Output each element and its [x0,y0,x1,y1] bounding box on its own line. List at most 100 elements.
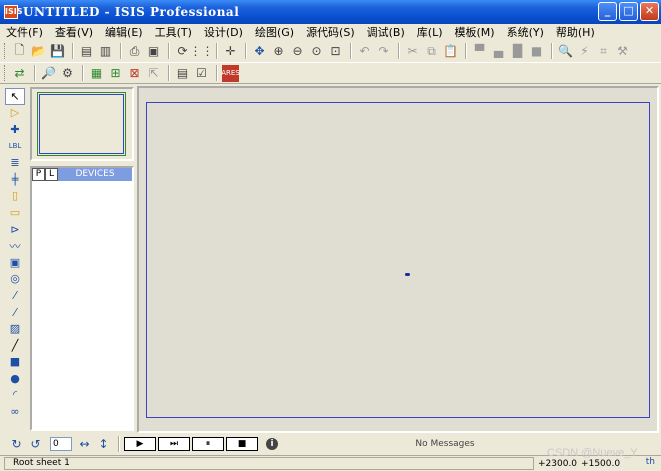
block-delete-icon[interactable]: ■ [528,43,545,60]
x-coordinate: +2300.0 [538,458,578,469]
block-move-icon[interactable]: ▄ [490,43,507,60]
library-manager-button[interactable]: L [45,168,58,181]
menu-design[interactable]: 设计(D) [204,24,243,40]
open-folder-icon[interactable]: 📂 [30,43,47,60]
devices-header: DEVICES [58,168,132,181]
pause-button[interactable]: ⏸ [192,437,224,451]
grid-icon[interactable]: ⋮⋮ [190,43,214,60]
zoom-in-icon[interactable]: ⊕ [270,43,287,60]
bus-icon[interactable]: ╪ [5,171,25,188]
export-icon[interactable]: ▥ [97,43,114,60]
menu-debug[interactable]: 调试(B) [367,24,405,40]
close-button[interactable]: ✕ [640,2,659,21]
property-tool-icon[interactable]: ⚙ [59,65,76,82]
erc-icon[interactable]: ☑ [193,65,210,82]
device-list[interactable] [32,181,132,426]
toolbar-grip[interactable] [4,43,7,59]
pick-devices-button[interactable]: P [32,168,45,181]
stop-button[interactable]: ■ [226,437,258,451]
wire-autorouter-icon[interactable]: ⇄ [11,65,28,82]
overview-window[interactable] [30,87,134,161]
refresh-icon[interactable]: ⟳ [174,43,191,60]
rotation-input[interactable]: 0 [50,437,72,451]
subcircuit-icon[interactable]: ▯ [5,188,25,205]
generator-icon[interactable]: ◎ [5,271,25,288]
pick-device-icon[interactable]: 🔍 [557,43,574,60]
editing-canvas[interactable] [137,86,659,433]
toolbar-grip[interactable] [4,65,7,81]
device-pin-icon[interactable]: ⊳ [5,221,25,238]
delete-sheet-icon[interactable]: ⊠ [126,65,143,82]
print-area-icon[interactable]: ▣ [145,43,162,60]
text-script-icon[interactable]: ≣ [5,154,25,171]
menu-file[interactable]: 文件(F) [6,24,43,40]
ares-icon[interactable]: ARES [221,64,240,82]
mirror-horizontal-icon[interactable]: ↔ [76,436,93,453]
zoom-out-icon[interactable]: ⊖ [289,43,306,60]
circle-icon[interactable]: ● [5,370,25,387]
arc-icon[interactable]: ◜ [5,387,25,404]
import-icon[interactable]: ▤ [78,43,95,60]
make-device-icon[interactable]: ⚡ [576,43,593,60]
zoom-all-icon[interactable]: ⊙ [308,43,325,60]
selection-icon[interactable]: ↖ [5,88,25,105]
decompose-icon[interactable]: ⚒ [614,43,631,60]
menu-library[interactable]: 库(L) [417,24,443,40]
block-rotate-icon[interactable]: █ [509,43,526,60]
zoom-area-icon[interactable]: ⊡ [327,43,344,60]
virtual-instrument-icon[interactable]: ▨ [5,320,25,337]
wire-label-icon[interactable]: LBL [5,138,25,155]
new-file-icon[interactable]: 🗋 [11,43,28,60]
mode-toolbar: ↖ ▷ ✚ LBL ≣ ╪ ▯ ▭ ⊳ 〰 ▣ ◎ ⁄ ⁄ ▨ ╱ ■ ● ◜ … [3,88,27,434]
rotate-anticlockwise-icon[interactable]: ↺ [27,436,44,453]
mirror-vertical-icon[interactable]: ↕ [95,436,112,453]
search-icon[interactable]: 🔎 [40,65,57,82]
rotate-clockwise-icon[interactable]: ↻ [8,436,25,453]
unit-indicator[interactable]: th [646,457,655,467]
info-icon[interactable]: i [266,438,278,450]
undo-icon[interactable]: ↶ [356,43,373,60]
menu-source[interactable]: 源代码(S) [306,24,355,40]
main-toolbar: 🗋 📂 💾 ▤ ▥ ⎙ ▣ ⟳ ⋮⋮ ✛ ✥ ⊕ ⊖ ⊙ ⊡ ↶ ↷ ✂ ⧉ 📋… [0,40,661,62]
tape-recorder-icon[interactable]: ▣ [5,254,25,271]
component-icon[interactable]: ▷ [5,105,25,122]
menu-edit[interactable]: 编辑(E) [105,24,143,40]
pan-icon[interactable]: ✥ [251,43,268,60]
terminal-icon[interactable]: ▭ [5,204,25,221]
menu-view[interactable]: 查看(V) [55,24,93,40]
exit-to-parent-icon[interactable]: ⇱ [145,65,162,82]
minimize-button[interactable]: _ [598,2,617,21]
graph-icon[interactable]: 〰 [5,237,25,254]
window-title: UNTITLED - ISIS Professional [23,5,240,19]
design-explorer-icon[interactable]: ▦ [88,65,105,82]
cut-icon[interactable]: ✂ [404,43,421,60]
app-icon: ISIS [4,5,22,19]
overview-sheet-outline [37,92,126,156]
packaging-icon[interactable]: ⌗ [595,43,612,60]
bom-icon[interactable]: ▤ [174,65,191,82]
junction-icon[interactable]: ✚ [5,121,25,138]
step-button[interactable]: ⏭ [158,437,190,451]
block-copy-icon[interactable]: ▀ [471,43,488,60]
redo-icon[interactable]: ↷ [375,43,392,60]
path-icon[interactable]: ∞ [5,403,25,420]
save-icon[interactable]: 💾 [49,43,66,60]
current-probe-icon[interactable]: ⁄ [5,304,25,321]
copy-icon[interactable]: ⧉ [423,43,440,60]
play-button[interactable]: ▶ [124,437,156,451]
menu-template[interactable]: 模板(M) [455,24,495,40]
paste-icon[interactable]: 📋 [442,43,459,60]
origin-icon[interactable]: ✛ [222,43,239,60]
maximize-button[interactable]: □ [619,2,638,21]
sheet-label: Root sheet 1 [4,457,534,470]
menu-help[interactable]: 帮助(H) [556,24,595,40]
line-icon[interactable]: ╱ [5,337,25,354]
menu-tools[interactable]: 工具(T) [155,24,192,40]
voltage-probe-icon[interactable]: ⁄ [5,287,25,304]
menu-system[interactable]: 系统(Y) [507,24,544,40]
device-selector: P L DEVICES [30,166,134,431]
menu-graph[interactable]: 绘图(G) [255,24,294,40]
new-sheet-icon[interactable]: ⊞ [107,65,124,82]
print-icon[interactable]: ⎙ [126,43,143,60]
box-icon[interactable]: ■ [5,354,25,371]
